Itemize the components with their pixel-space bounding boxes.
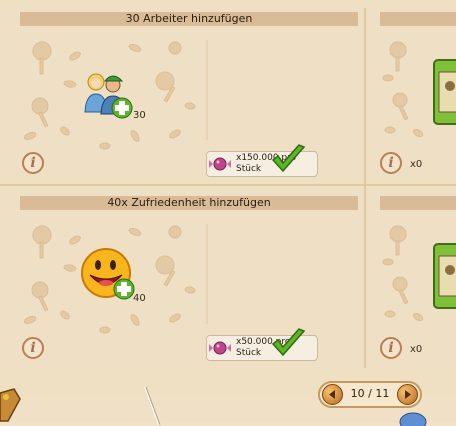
column-divider xyxy=(364,8,366,368)
offer-title: 30 Arbeiter hinzufügen xyxy=(20,12,358,26)
info-icon[interactable]: i xyxy=(380,152,402,174)
next-page-button[interactable] xyxy=(397,384,418,405)
info-icon[interactable]: i xyxy=(22,337,44,359)
owned-count: x0 xyxy=(410,159,423,170)
offer-title-cropped xyxy=(380,196,456,210)
stick-decoration xyxy=(144,386,161,425)
arrow-left-icon xyxy=(329,390,335,399)
card-separator xyxy=(206,40,208,140)
smiley-icon xyxy=(81,248,135,300)
row-divider xyxy=(0,184,456,186)
pagination: 10 / 11 xyxy=(318,381,422,408)
card-separator xyxy=(206,224,208,324)
offer-title-cropped xyxy=(380,12,456,26)
arrow-right-icon xyxy=(405,390,411,399)
offer-card-workers: 30 Arbeiter hinzufügen 30 i x150.000 pro… xyxy=(0,8,362,178)
check-icon[interactable] xyxy=(270,328,306,358)
previous-page-button[interactable] xyxy=(322,384,343,405)
page-indicator: 10 / 11 xyxy=(350,387,390,400)
info-icon[interactable]: i xyxy=(380,337,402,359)
offer-title: 40x Zufriedenheit hinzufügen xyxy=(20,196,358,210)
owned-count: x0 xyxy=(410,344,423,355)
blue-item-icon xyxy=(399,412,427,426)
candy-currency-icon xyxy=(209,157,231,171)
sweets-decoration-icon xyxy=(382,41,424,138)
basket-icon xyxy=(0,388,21,422)
info-icon[interactable]: i xyxy=(22,152,44,174)
side-offer-card: i x0 xyxy=(368,192,456,367)
green-package-icon xyxy=(433,59,456,125)
bonus-amount-label: 40 xyxy=(133,293,146,304)
check-icon[interactable] xyxy=(270,144,306,174)
green-package-icon xyxy=(433,243,456,309)
sweets-decoration-icon xyxy=(382,225,424,322)
candy-currency-icon xyxy=(209,341,231,355)
bonus-amount-label: 30 xyxy=(133,110,146,121)
workers-icon xyxy=(84,73,133,119)
side-offer-card: i x0 xyxy=(368,8,456,178)
offer-card-satisfaction: 40x Zufriedenheit hinzufügen 40 i x50.00… xyxy=(0,192,362,367)
